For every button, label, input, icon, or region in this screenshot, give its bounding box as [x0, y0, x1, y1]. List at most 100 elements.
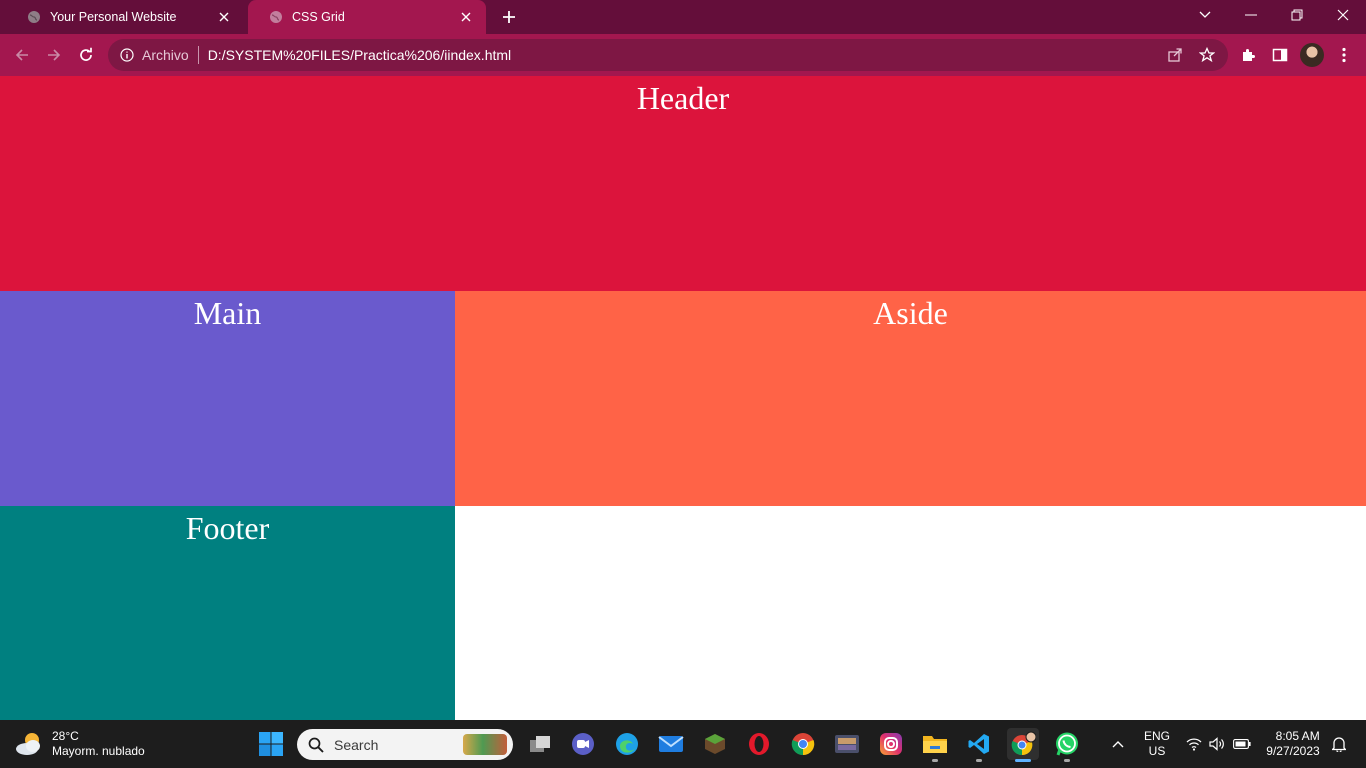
tab-your-personal-website[interactable]: Your Personal Website: [6, 0, 244, 34]
grid-aside: Aside: [455, 291, 1366, 506]
address-bar[interactable]: Archivo D:/SYSTEM%20FILES/Practica%206/i…: [108, 39, 1228, 71]
back-button[interactable]: [8, 41, 36, 69]
share-icon[interactable]: [1166, 46, 1184, 64]
tab-search-button[interactable]: [1182, 0, 1228, 30]
header-label: Header: [636, 80, 730, 116]
clock-date: 9/27/2023: [1266, 744, 1320, 758]
app-chrome-profile[interactable]: [1007, 728, 1039, 762]
side-panel-icon: [1272, 48, 1288, 62]
running-indicator: [1015, 759, 1031, 762]
running-indicator: [1064, 759, 1070, 762]
show-hidden-icons-button[interactable]: [1106, 728, 1130, 760]
app-task-view[interactable]: [524, 728, 556, 760]
app-chrome[interactable]: [787, 728, 819, 760]
minecraft-icon: [705, 734, 725, 754]
plus-icon: [503, 11, 515, 23]
restore-button[interactable]: [1274, 0, 1320, 30]
app-game[interactable]: [831, 728, 863, 760]
arrow-left-icon: [15, 49, 28, 61]
extensions-button[interactable]: [1236, 43, 1260, 67]
tab-strip: Your Personal Website CSS Grid: [0, 0, 1366, 34]
minimize-button[interactable]: [1228, 0, 1274, 30]
language-indicator[interactable]: ENG US: [1138, 728, 1176, 760]
app-file-explorer[interactable]: [919, 728, 951, 762]
edge-icon: [616, 733, 638, 755]
bell-icon: [1332, 737, 1346, 752]
weather-widget[interactable]: 28°C Mayorm. nublado: [14, 726, 154, 762]
taskbar-search[interactable]: Search: [297, 729, 513, 760]
restore-icon: [1291, 9, 1303, 21]
url-text[interactable]: D:/SYSTEM%20FILES/Practica%206/iindex.ht…: [208, 47, 511, 63]
close-icon: [1337, 9, 1349, 21]
close-icon[interactable]: [458, 9, 474, 25]
puzzle-icon: [1243, 49, 1255, 61]
mail-icon: [658, 736, 684, 752]
app-edge[interactable]: [611, 728, 643, 760]
grid-header: Header: [0, 76, 1366, 291]
arrow-right-icon: [48, 49, 61, 61]
app-vscode[interactable]: [963, 728, 995, 762]
tab-css-grid[interactable]: CSS Grid: [248, 0, 486, 34]
browser-toolbar: Archivo D:/SYSTEM%20FILES/Practica%206/i…: [0, 34, 1366, 76]
game-icon: [835, 735, 859, 753]
main-label: Main: [193, 295, 262, 331]
clock-time: 8:05 AM: [1275, 729, 1320, 743]
chevron-up-icon: [1112, 741, 1124, 748]
whatsapp-icon: [1056, 732, 1078, 756]
vscode-icon: [968, 734, 989, 754]
chat-icon: [572, 733, 594, 755]
notifications-button[interactable]: [1328, 728, 1350, 760]
chrome-icon: [791, 733, 815, 756]
battery-status[interactable]: [1231, 728, 1253, 760]
tab-title: CSS Grid: [292, 10, 345, 24]
app-mail[interactable]: [655, 728, 687, 760]
divider: [197, 46, 199, 64]
globe-icon: [26, 9, 42, 25]
chrome-icon: [1011, 731, 1036, 756]
reload-button[interactable]: [72, 41, 100, 69]
wifi-status[interactable]: [1184, 728, 1204, 760]
search-highlight-image: [463, 734, 507, 755]
reload-icon: [80, 47, 92, 61]
close-window-button[interactable]: [1320, 0, 1366, 30]
globe-icon: [268, 9, 284, 25]
running-indicator: [976, 759, 982, 762]
chevron-down-icon: [1199, 11, 1211, 18]
app-minecraft[interactable]: [699, 728, 731, 760]
minimize-icon: [1245, 14, 1257, 16]
weather-desc: Mayorm. nublado: [52, 744, 145, 758]
new-tab-button[interactable]: [496, 4, 522, 30]
menu-button[interactable]: [1332, 43, 1356, 67]
opera-icon: [749, 733, 769, 755]
footer-label: Footer: [185, 510, 270, 546]
tab-title: Your Personal Website: [50, 10, 177, 24]
info-icon[interactable]: [118, 46, 136, 64]
battery-icon: [1233, 739, 1251, 749]
partly-cloudy-icon: [14, 730, 46, 758]
more-vertical-icon: [1342, 47, 1346, 63]
windows-logo-icon: [259, 732, 283, 756]
language-line1: ENG: [1143, 729, 1170, 743]
search-placeholder: Search: [334, 736, 379, 753]
start-button[interactable]: [258, 731, 284, 757]
app-teams-chat[interactable]: [567, 728, 599, 760]
language-line2: US: [1148, 744, 1166, 758]
app-whatsapp[interactable]: [1051, 728, 1083, 762]
task-view-icon: [530, 736, 550, 752]
profile-avatar[interactable]: [1300, 43, 1324, 67]
clock[interactable]: 8:05 AM 9/27/2023: [1262, 728, 1324, 760]
forward-button[interactable]: [40, 41, 68, 69]
volume-status[interactable]: [1207, 728, 1227, 760]
app-opera[interactable]: [743, 728, 775, 760]
grid-footer: Footer: [0, 506, 455, 720]
side-panel-button[interactable]: [1268, 43, 1292, 67]
scheme-label: Archivo: [142, 47, 189, 63]
speaker-icon: [1209, 737, 1224, 751]
star-icon[interactable]: [1198, 46, 1216, 64]
instagram-icon: [880, 733, 902, 755]
grid-main: Main: [0, 291, 455, 506]
page-viewport: Header Main Aside Footer: [0, 76, 1366, 720]
running-indicator: [932, 759, 938, 762]
close-icon[interactable]: [216, 9, 232, 25]
app-instagram[interactable]: [875, 728, 907, 760]
